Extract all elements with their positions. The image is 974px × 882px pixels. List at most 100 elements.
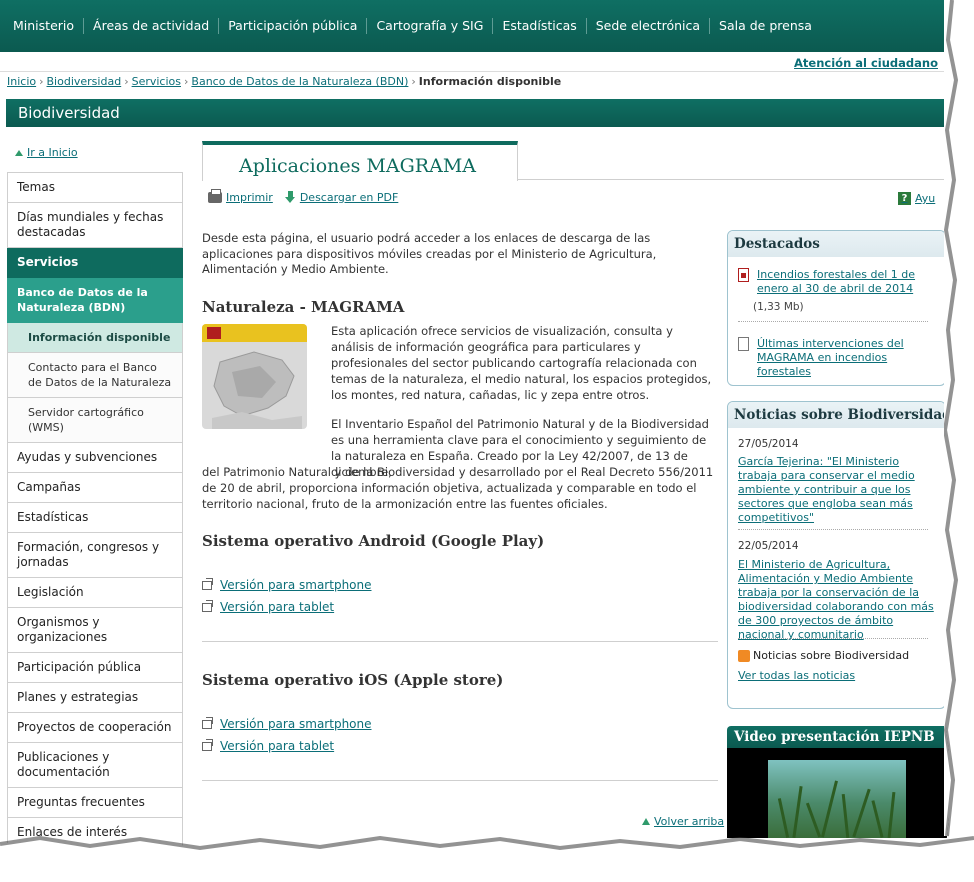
print-label: Imprimir [226, 191, 273, 204]
nav-cartografia-sig[interactable]: Cartografía y SIG [367, 18, 494, 34]
naturaleza-description: Esta aplicación ofrece servicios de visu… [331, 324, 712, 402]
dotted-divider [738, 321, 928, 322]
news-date: 27/05/2014 [738, 438, 799, 450]
intro-paragraph: Desde esta página, el usuario podrá acce… [202, 231, 657, 276]
print-link[interactable]: Imprimir [208, 189, 273, 204]
nav-ministerio[interactable]: Ministerio [4, 18, 85, 34]
breadcrumb-inicio[interactable]: Inicio [7, 75, 36, 88]
spain-map-icon [212, 351, 302, 429]
up-arrow-icon [15, 149, 23, 156]
page-tools: Imprimir Descargar en PDF [208, 189, 399, 204]
ios-tablet-label: Versión para tablet [220, 739, 335, 753]
ios-tablet-link[interactable]: Versión para tablet [202, 738, 335, 753]
document-icon [738, 337, 749, 351]
sidebar-item-bdn[interactable]: Banco de Datos de la Naturaleza (BDN) [7, 278, 183, 323]
sidebar-item-servidor-wms[interactable]: Servidor cartográfico (WMS) [7, 398, 183, 443]
video-player[interactable] [727, 748, 949, 839]
rss-feed[interactable]: Noticias sobre Biodiversidad [738, 649, 909, 662]
nav-areas-actividad[interactable]: Áreas de actividad [84, 18, 220, 34]
breadcrumb-separator: › [411, 75, 416, 88]
breadcrumb-biodiversidad[interactable]: Biodiversidad [47, 75, 122, 88]
torn-edge-right [944, 0, 974, 882]
sidebar-item-informacion-disponible[interactable]: Información disponible [7, 323, 183, 353]
nav-sede-electronica[interactable]: Sede electrónica [587, 18, 711, 34]
download-pdf-link[interactable]: Descargar en PDF [284, 191, 399, 204]
news-item-link[interactable]: El Ministerio de Agricultura, Alimentaci… [738, 558, 936, 642]
video-title: Video presentación IEPNB [727, 726, 949, 748]
sidebar-menu: Temas Días mundiales y fechas destacadas… [7, 172, 183, 848]
breadcrumb-separator: › [39, 75, 44, 88]
download-icon [284, 191, 296, 204]
file-size: (1,33 Mb) [753, 301, 804, 313]
page-title: Aplicaciones MAGRAMA [239, 155, 476, 177]
torn-edge-bottom [0, 836, 974, 882]
dotted-divider [738, 638, 928, 639]
nav-estadisticas[interactable]: Estadísticas [493, 18, 587, 34]
help-link[interactable]: ? Ayu [898, 192, 935, 205]
help-icon: ? [898, 192, 911, 205]
noticias-box: Noticias sobre Biodiversidad 27/05/2014 … [727, 401, 946, 709]
nav-sala-prensa[interactable]: Sala de prensa [710, 18, 821, 34]
tab-divider [518, 179, 948, 180]
noticias-title: Noticias sobre Biodiversidad [728, 402, 945, 428]
sidebar-item-temas[interactable]: Temas [7, 172, 183, 203]
home-link[interactable]: Ir a Inicio [15, 146, 78, 159]
sidebar-item-estadisticas[interactable]: Estadísticas [7, 503, 183, 533]
citizen-service-link[interactable]: Atención al ciudadano [794, 56, 938, 70]
breadcrumb-separator: › [184, 75, 189, 88]
destacados-title: Destacados [728, 231, 945, 257]
intervenciones-link[interactable]: Últimas intervenciones del MAGRAMA en in… [757, 337, 938, 379]
naturaleza-heading: Naturaleza - MAGRAMA [202, 298, 405, 316]
news-date: 22/05/2014 [738, 540, 799, 552]
download-pdf-label: Descargar en PDF [299, 191, 399, 204]
breadcrumb: Inicio › Biodiversidad › Servicios › Banco de … [7, 75, 561, 88]
sidebar-item-planes[interactable]: Planes y estrategias [7, 683, 183, 713]
home-link-label: Ir a Inicio [27, 146, 78, 159]
external-link-icon [202, 738, 213, 751]
video-box: Video presentación IEPNB [727, 726, 949, 839]
sidebar-item-organismos[interactable]: Organismos y organizaciones [7, 608, 183, 653]
destacados-item-intervenciones: Últimas intervenciones del MAGRAMA en in… [738, 337, 938, 379]
android-smartphone-link[interactable]: Versión para smartphone [202, 577, 372, 592]
sidebar-item-campanas[interactable]: Campañas [7, 473, 183, 503]
incendios-pdf-link[interactable]: Incendios forestales del 1 de enero al 3… [757, 268, 938, 296]
sidebar-item-contacto-bdn[interactable]: Contacto para el Banco de Datos de la Na… [7, 353, 183, 398]
breadcrumb-bdn[interactable]: Banco de Datos de la Naturaleza (BDN) [191, 75, 408, 88]
sidebar-item-ayudas[interactable]: Ayudas y subvenciones [7, 443, 183, 473]
external-link-icon [202, 577, 213, 590]
sidebar-item-servicios[interactable]: Servicios [7, 248, 183, 278]
news-item-link[interactable]: García Tejerina: "El Ministerio trabaja … [738, 455, 936, 525]
sidebar-item-proyectos[interactable]: Proyectos de cooperación [7, 713, 183, 743]
sidebar-item-dias-mundiales[interactable]: Días mundiales y fechas destacadas [7, 203, 183, 248]
rss-label: Noticias sobre Biodiversidad [753, 649, 910, 662]
header-divider [0, 71, 946, 72]
all-news-link[interactable]: Ver todas las noticias [738, 669, 855, 682]
sidebar-item-formacion[interactable]: Formación, congresos y jornadas [7, 533, 183, 578]
section-title-bar: Biodiversidad [6, 99, 946, 127]
external-link-icon [202, 716, 213, 729]
nav-participacion-publica[interactable]: Participación pública [219, 18, 368, 34]
up-arrow-icon [642, 818, 650, 825]
android-tablet-label: Versión para tablet [220, 600, 335, 614]
top-navigation: Ministerio Áreas de actividad Participac… [0, 0, 946, 52]
breadcrumb-separator: › [124, 75, 129, 88]
android-heading: Sistema operativo Android (Google Play) [202, 532, 545, 550]
ios-heading: Sistema operativo iOS (Apple store) [202, 671, 504, 689]
app-thumbnail [202, 324, 307, 429]
page-title-tab: Aplicaciones MAGRAMA [202, 141, 518, 181]
section-divider [202, 780, 718, 781]
rss-icon [738, 649, 750, 662]
sidebar-item-publicaciones[interactable]: Publicaciones y documentación [7, 743, 183, 788]
sidebar-item-legislacion[interactable]: Legislación [7, 578, 183, 608]
ios-smartphone-link[interactable]: Versión para smartphone [202, 716, 372, 731]
back-to-top-link[interactable]: Volver arriba [642, 815, 724, 828]
sidebar-item-preguntas[interactable]: Preguntas frecuentes [7, 788, 183, 818]
breadcrumb-servicios[interactable]: Servicios [132, 75, 181, 88]
section-divider [202, 641, 718, 642]
help-label: Ayu [915, 192, 936, 205]
video-thumbnail [768, 760, 906, 839]
android-tablet-link[interactable]: Versión para tablet [202, 599, 335, 614]
sidebar-item-participacion[interactable]: Participación pública [7, 653, 183, 683]
android-smartphone-label: Versión para smartphone [220, 578, 372, 592]
external-link-icon [202, 599, 213, 612]
